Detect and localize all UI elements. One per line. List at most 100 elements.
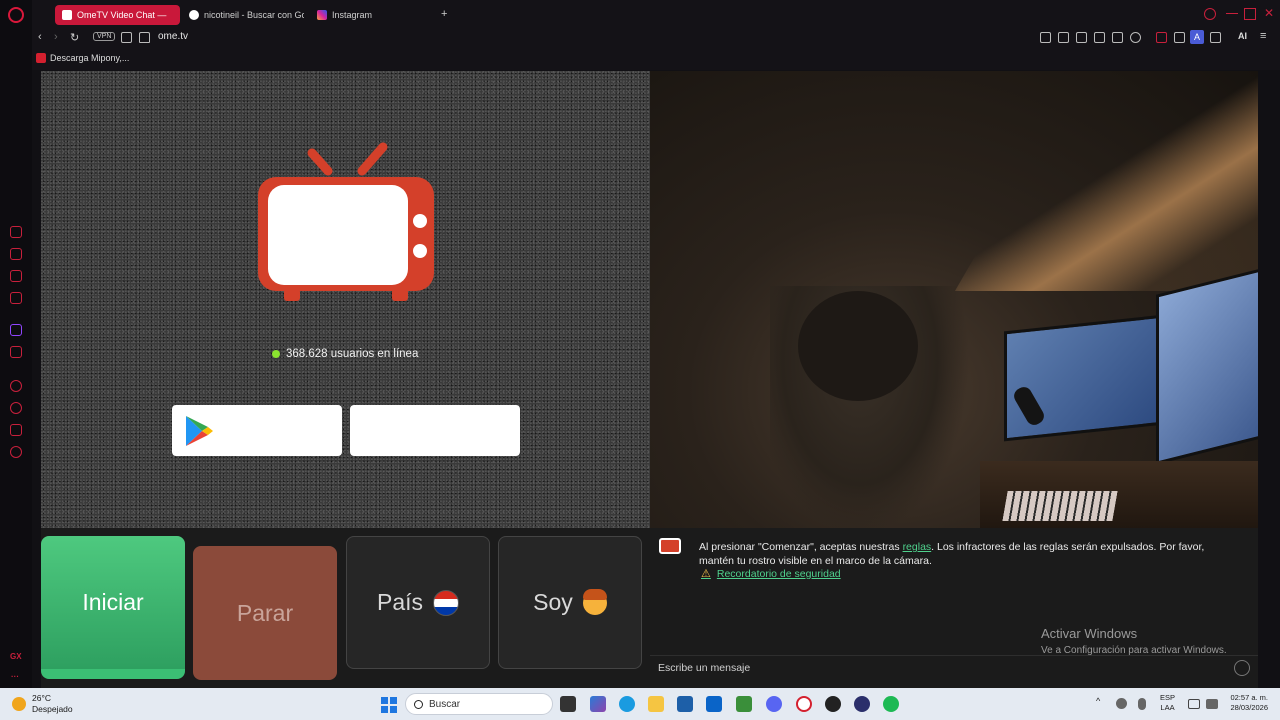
- tray-overflow-icon[interactable]: ^: [1096, 696, 1100, 706]
- activation-title: Activar Windows: [1041, 626, 1138, 641]
- edge-icon[interactable]: [619, 696, 635, 712]
- close-button[interactable]: ✕: [1264, 7, 1276, 20]
- url-field[interactable]: ome.tv: [158, 31, 188, 42]
- obs-icon[interactable]: [825, 696, 841, 712]
- address-bar: ‹ › ↻ VPN ome.tv A AI ≡: [32, 28, 1280, 48]
- more-icon[interactable]: ···: [11, 672, 19, 681]
- snapshot-icon[interactable]: [1058, 32, 1069, 43]
- puzzle-icon[interactable]: [1174, 32, 1185, 43]
- emoji-icon[interactable]: [1234, 660, 1250, 676]
- new-tab-button[interactable]: +: [441, 8, 447, 20]
- youtube-icon[interactable]: [10, 346, 22, 358]
- moon-weather-icon: [12, 697, 26, 711]
- favorite-icon[interactable]: [1130, 32, 1141, 43]
- camera-keyboard: [1002, 491, 1118, 521]
- stop-button-label: Parar: [236, 599, 294, 626]
- discord-icon[interactable]: [766, 696, 782, 712]
- opera-gx-taskbar-icon[interactable]: [796, 696, 812, 712]
- safety-reminder[interactable]: ⚠ Recordatorio de seguridad: [701, 567, 841, 581]
- microphone-tray-icon[interactable]: [1138, 698, 1146, 710]
- chat-panel: Al presionar "Comenzar", aceptas nuestra…: [650, 528, 1258, 688]
- search-tabs-icon[interactable]: [1204, 8, 1216, 20]
- play-icon[interactable]: [1112, 32, 1123, 43]
- outlook-icon[interactable]: [706, 696, 722, 712]
- minecraft-icon[interactable]: [736, 696, 752, 712]
- messenger-icon[interactable]: [10, 292, 22, 304]
- download-icon[interactable]: [1210, 32, 1221, 43]
- camera-icon[interactable]: [121, 32, 132, 43]
- start-button-label: Iniciar: [82, 589, 144, 615]
- google-play-icon: [186, 416, 213, 446]
- country-button[interactable]: País: [346, 536, 490, 669]
- language-indicator[interactable]: ESP LAA: [1160, 693, 1175, 713]
- minimize-button[interactable]: [1226, 8, 1238, 14]
- lang-top: ESP: [1160, 693, 1176, 702]
- windows-activation-watermark: Activar Windows Ve a Configuración para …: [1041, 626, 1227, 656]
- tab-ometv[interactable]: OmeTV Video Chat —: [55, 5, 180, 25]
- maximize-button[interactable]: [1244, 8, 1256, 20]
- ometv-logo-icon: [258, 142, 434, 301]
- profile-avatar[interactable]: A: [1190, 30, 1204, 44]
- camera-monitor: [1156, 267, 1258, 465]
- aria-ai-button[interactable]: AI: [1238, 31, 1247, 41]
- camera-person-head: [798, 291, 918, 401]
- settings-icon[interactable]: [10, 446, 22, 458]
- history-icon[interactable]: [10, 402, 22, 414]
- back-icon[interactable]: ‹: [38, 31, 42, 43]
- volume-tray-icon[interactable]: [1206, 699, 1218, 709]
- rules-notice: Al presionar "Comenzar", aceptas nuestra…: [699, 541, 1219, 568]
- ometv-chat-logo-icon: [659, 538, 681, 554]
- stranger-video-placeholder: 368.628 usuarios en línea: [41, 71, 650, 528]
- news-icon[interactable]: [10, 270, 22, 282]
- tab-label: Instagram: [332, 10, 373, 20]
- stop-button[interactable]: Parar: [193, 546, 337, 680]
- app-store-button[interactable]: [350, 405, 520, 456]
- gx-corner-icon[interactable]: [10, 248, 22, 260]
- store-icon[interactable]: [677, 696, 693, 712]
- vpn-badge[interactable]: VPN: [93, 32, 116, 41]
- gx-label: GX: [10, 652, 22, 661]
- twitch-icon[interactable]: [10, 324, 22, 336]
- safety-link[interactable]: Recordatorio de seguridad: [717, 568, 841, 580]
- bookmark-item[interactable]: Descarga Mipony,...: [36, 53, 129, 63]
- message-input[interactable]: [650, 656, 1210, 680]
- menu-icon[interactable]: ≡: [1260, 30, 1266, 42]
- network-tray-icon[interactable]: [1116, 698, 1127, 709]
- forward-icon[interactable]: ›: [54, 31, 58, 43]
- opera-gx-logo-icon[interactable]: [8, 7, 24, 23]
- extension-icon[interactable]: [1156, 32, 1167, 43]
- display-tray-icon[interactable]: [1188, 699, 1200, 709]
- taskbar-search-label: Buscar: [429, 698, 461, 710]
- file-explorer-icon[interactable]: [648, 696, 664, 712]
- lang-bottom: LAA: [1160, 703, 1175, 712]
- google-play-button[interactable]: [172, 405, 342, 456]
- gx-control-icon[interactable]: [10, 226, 22, 238]
- tab-label: OmeTV Video Chat —: [77, 10, 167, 20]
- copilot-icon[interactable]: [590, 696, 606, 712]
- message-box: [650, 655, 1258, 681]
- windows-start-icon[interactable]: [381, 697, 397, 713]
- system-clock[interactable]: 02:57 a. m. 28/03/2026: [1226, 693, 1268, 713]
- instagram-icon: [317, 10, 327, 20]
- weather-widget[interactable]: 26°C Despejado: [12, 693, 73, 715]
- tab-label: nicotineil - Buscar con Go: [204, 10, 304, 20]
- opera-icon[interactable]: [854, 696, 870, 712]
- tab-google-search[interactable]: nicotineil - Buscar con Go: [182, 5, 304, 25]
- online-status-icon: [272, 350, 280, 358]
- reload-icon[interactable]: ↻: [70, 31, 79, 44]
- player-icon[interactable]: [10, 380, 22, 392]
- gender-button[interactable]: Soy: [498, 536, 642, 669]
- rules-link[interactable]: reglas: [903, 541, 932, 553]
- country-button-label: País: [376, 589, 424, 615]
- lock-icon[interactable]: [139, 32, 150, 43]
- task-view-icon[interactable]: [560, 696, 576, 712]
- adblock-icon[interactable]: [1076, 32, 1087, 43]
- extensions-icon[interactable]: [10, 424, 22, 436]
- taskbar-search[interactable]: Buscar: [405, 693, 553, 715]
- tab-instagram[interactable]: Instagram: [310, 5, 410, 25]
- pin-icon[interactable]: [1040, 32, 1051, 43]
- translate-icon[interactable]: [1094, 32, 1105, 43]
- notice-prefix: Al presionar "Comenzar", aceptas nuestra…: [699, 541, 903, 553]
- start-button[interactable]: Iniciar: [41, 536, 185, 679]
- spotify-icon[interactable]: [883, 696, 899, 712]
